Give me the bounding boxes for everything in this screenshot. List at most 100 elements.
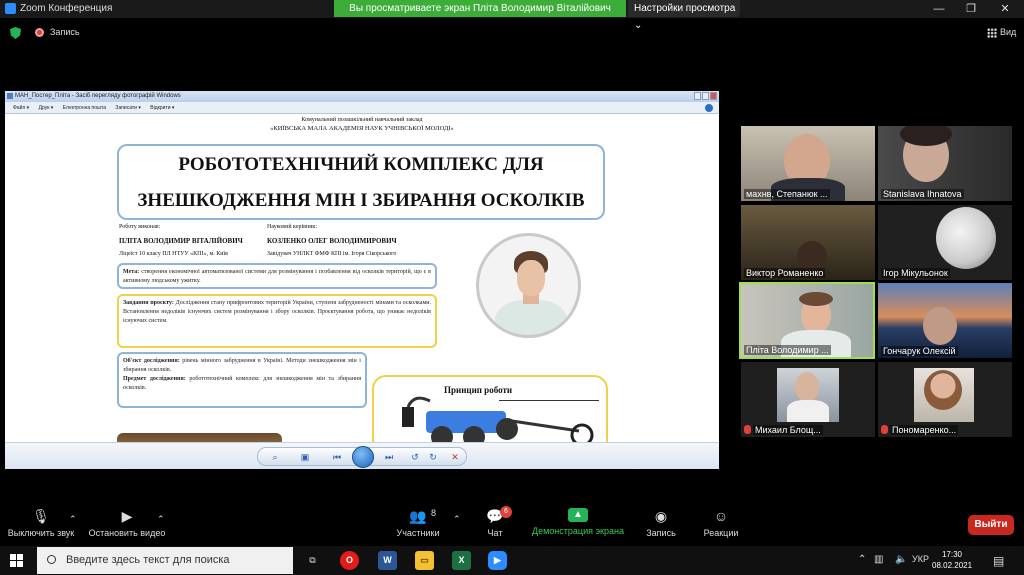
- opera-browser-icon[interactable]: O: [340, 551, 359, 570]
- tray-expand-icon[interactable]: ⌃: [858, 554, 866, 565]
- participants-button[interactable]: 👥 8 Участники: [393, 508, 443, 538]
- participant-name: махнв, Степанюк ...: [744, 189, 830, 199]
- participants-count: 8: [431, 508, 437, 518]
- chat-button[interactable]: 💬 6 Чат: [480, 506, 512, 538]
- poster-image: Комунальний позашкільний навчальний закл…: [5, 115, 719, 442]
- leave-button[interactable]: Выйти: [968, 515, 1014, 535]
- window-title: Zoom Конференция: [20, 3, 113, 14]
- clock-time: 17:30: [941, 550, 963, 559]
- participant-tile[interactable]: Пономаренко...: [878, 362, 1012, 437]
- actual-size-icon[interactable]: ▣: [298, 451, 312, 463]
- file-explorer-icon[interactable]: ▭: [415, 551, 434, 570]
- next-icon[interactable]: ⏭: [382, 451, 396, 463]
- recording-label: Запись: [50, 27, 80, 37]
- word-icon[interactable]: W: [378, 551, 397, 570]
- menu-email[interactable]: Електронна пошта: [63, 102, 106, 114]
- zoom-icon[interactable]: ⌕: [268, 451, 282, 463]
- robot-diagram: [402, 396, 594, 442]
- clock-date: 08.02.2021: [932, 561, 973, 570]
- search-icon: [47, 555, 56, 564]
- share-screen-button[interactable]: ▲ Демонстрация экрана: [530, 508, 626, 536]
- participant-tile[interactable]: Ігор Мікульонок: [878, 205, 1012, 280]
- recording-icon: [35, 28, 44, 37]
- principle-box: Принцип роботи: [372, 375, 608, 442]
- photo-viewer-controls: ⌕ ▣ ⏮ ⏭ ↺ ↻ ✕: [257, 446, 467, 468]
- object-subject-box: Об'єкт дослідження: рівень мінного забру…: [117, 352, 367, 408]
- object-label: Об'єкт дослідження:: [123, 358, 180, 364]
- taskbar-search-box[interactable]: Введите здесь текст для поиска: [37, 547, 293, 574]
- taskbar-search-placeholder: Введите здесь текст для поиска: [66, 554, 230, 566]
- poster-title-line-1: РОБОТОТЕХНІЧНИЙ КОМПЛЕКС ДЛЯ: [178, 154, 544, 175]
- menu-file[interactable]: Файл ▾: [13, 102, 29, 114]
- author-school: Ліцеїст 10 класу ПЛ НТУУ «КПІ», м. Київ: [119, 251, 228, 257]
- goal-label: Мета:: [123, 269, 140, 275]
- share-banner: Вы просматриваете экран Пліта Володимир …: [334, 0, 626, 17]
- participant-tile[interactable]: Виктор Романенко: [741, 205, 875, 280]
- poster-photo: [117, 433, 282, 442]
- speaker-icon[interactable]: 🔈: [895, 554, 907, 565]
- zoom-taskbar-icon[interactable]: ▶: [488, 551, 507, 570]
- video-options-caret-icon[interactable]: ⌃: [157, 514, 165, 525]
- participant-name: Пліта Володимир ...: [744, 345, 831, 355]
- rotate-left-icon[interactable]: ↺: [408, 451, 422, 463]
- gallery-view-icon[interactable]: [987, 28, 997, 38]
- stop-video-button[interactable]: ▶ Остановить видео: [86, 508, 168, 538]
- participant-name: Михаил Блощ...: [753, 425, 823, 435]
- menu-print[interactable]: Друк ▾: [39, 102, 54, 114]
- network-icon[interactable]: ▥: [874, 554, 883, 565]
- author-portrait: [476, 233, 581, 338]
- mute-button[interactable]: 🎙 Выключить звук: [6, 508, 76, 538]
- participants-label: Участники: [396, 528, 440, 538]
- muted-mic-icon: [744, 425, 751, 434]
- advisor-label: Науковий керівник:: [267, 224, 317, 230]
- rotate-right-icon[interactable]: ↻: [426, 451, 440, 463]
- record-icon: ◉: [654, 508, 668, 524]
- delete-icon[interactable]: ✕: [448, 451, 462, 463]
- security-shield-icon[interactable]: [10, 27, 21, 39]
- input-language[interactable]: УКР: [912, 554, 929, 564]
- photo-viewer-titlebar: МАН_Постер_Пліта - Засіб перегляду фотог…: [5, 91, 719, 102]
- task-box: Завдання проєкту: Дослідження стану приф…: [117, 294, 437, 348]
- meeting-controls: 🎙 Выключить звук ⌃ ▶ Остановить видео ⌃ …: [0, 506, 1024, 546]
- slideshow-icon[interactable]: [352, 446, 374, 468]
- excel-icon[interactable]: X: [452, 551, 471, 570]
- chat-label: Чат: [487, 528, 503, 538]
- share-screen-icon: ▲: [568, 508, 588, 522]
- shared-screen: МАН_Постер_Пліта - Засіб перегляду фотог…: [5, 91, 719, 469]
- title-bar: Zoom Конференция Вы просматриваете экран…: [0, 0, 1024, 31]
- microphone-icon: 🎙: [32, 508, 50, 524]
- participant-tile[interactable]: Михаил Блощ...: [741, 362, 875, 437]
- help-icon[interactable]: [705, 104, 713, 112]
- participant-tile[interactable]: Гончарук Олексій: [878, 283, 1012, 358]
- minimize-button[interactable]: —: [924, 1, 954, 17]
- task-label: Завдання проєкту:: [123, 300, 174, 306]
- menu-burn[interactable]: Записати ▾: [115, 102, 140, 114]
- record-button[interactable]: ◉ Запись: [641, 508, 681, 538]
- menu-open[interactable]: Відкрити ▾: [150, 102, 174, 114]
- task-view-icon[interactable]: ⧉: [303, 551, 322, 570]
- institution-line-2: «КИЇВСЬКА МАЛА АКАДЕМІЯ НАУК УЧНІВСЬКОЇ …: [270, 125, 454, 132]
- participant-tile-active-speaker[interactable]: Пліта Володимир ...: [739, 282, 875, 359]
- reactions-button[interactable]: ☺ Реакции: [699, 508, 743, 538]
- audio-options-caret-icon[interactable]: ⌃: [69, 514, 77, 525]
- zoom-window: Zoom Конференция Вы просматриваете экран…: [0, 0, 1024, 575]
- view-label[interactable]: Вид: [1000, 27, 1016, 37]
- restore-button[interactable]: ❐: [956, 1, 986, 17]
- participant-tile[interactable]: махнв, Степанюк ...: [741, 126, 875, 201]
- goal-text: створення економічної автоматизованої си…: [123, 269, 432, 284]
- participant-name: Пономаренко...: [890, 425, 959, 435]
- advisor-name: КОЗЛЕНКО ОЛЕГ ВОЛОДИМИРОВИЧ: [267, 237, 397, 245]
- photo-viewer-toolbar: ⌕ ▣ ⏮ ⏭ ↺ ↻ ✕: [5, 442, 719, 469]
- advisor-position: Завідувач УНЛКТ ФМФ КПІ ім. Ігоря Сікорс…: [267, 251, 397, 257]
- notifications-icon[interactable]: ▤: [993, 554, 1004, 568]
- participant-tile[interactable]: Stanislava Ihnatova: [878, 126, 1012, 201]
- video-label: Остановить видео: [88, 528, 166, 538]
- close-button[interactable]: ✕: [990, 1, 1020, 17]
- subject-label: Предмет дослідження:: [123, 376, 186, 382]
- previous-icon[interactable]: ⏮: [330, 451, 344, 463]
- muted-mic-icon: [881, 425, 888, 434]
- participants-options-caret-icon[interactable]: ⌃: [453, 514, 461, 525]
- windows-start-icon[interactable]: [10, 554, 23, 567]
- taskbar-clock[interactable]: 17:30 08.02.2021: [932, 549, 972, 571]
- view-options-button[interactable]: Настройки просмотра ⌄: [628, 0, 740, 31]
